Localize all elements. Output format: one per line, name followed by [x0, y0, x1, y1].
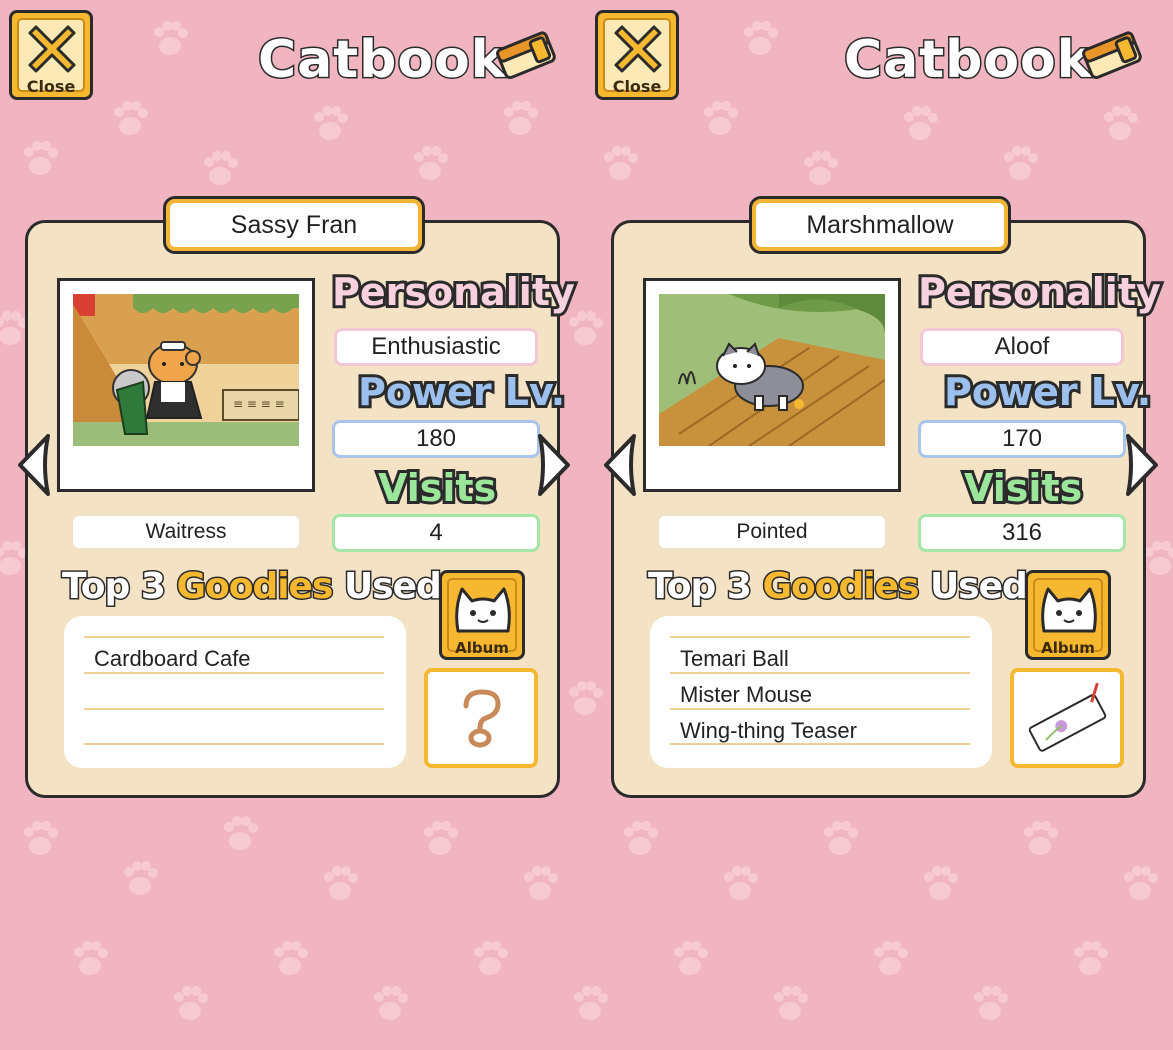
visits-label: Visits [375, 463, 499, 513]
catbook-title: Catbook [256, 29, 507, 92]
cat-name-plate: Sassy Fran [163, 196, 425, 254]
close-x-icon [28, 25, 76, 73]
power-level-value: 170 [918, 420, 1126, 458]
personality-value: Aloof [920, 328, 1124, 366]
close-button[interactable]: Close [9, 10, 93, 100]
goodie-item: Mister Mouse [680, 682, 813, 707]
bookmark-memento-icon [1028, 682, 1107, 752]
goodie-item: Cardboard Cafe [94, 646, 251, 671]
catbook-book-icon [1082, 31, 1142, 80]
previous-cat-arrow[interactable] [600, 432, 638, 498]
visits-label: Visits [961, 463, 1085, 513]
close-label: Close [26, 77, 76, 96]
top-goodies-list: Temari Ball Mister Mouse Wing-thing Teas… [650, 616, 992, 768]
album-button[interactable]: Album [1025, 570, 1111, 660]
cat-photo-frame [643, 278, 901, 492]
power-level-label: Power Lv. [941, 367, 1154, 417]
top-goodies-title: Top 3 Goodies Used [646, 565, 1029, 609]
svg-text:≡ ≡ ≡ ≡: ≡ ≡ ≡ ≡ [233, 397, 285, 411]
coat-type-value: Pointed [657, 514, 887, 550]
memento-slot[interactable] [424, 668, 538, 768]
visits-value: 316 [918, 514, 1126, 552]
question-mark-icon [463, 689, 501, 748]
personality-value: Enthusiastic [334, 328, 538, 366]
cat-photo-frame: ≡ ≡ ≡ ≡ [57, 278, 315, 492]
power-level-value: 180 [332, 420, 540, 458]
cat-face-icon [455, 587, 511, 633]
album-label: Album [1041, 639, 1095, 657]
album-button[interactable]: Album [439, 570, 525, 660]
close-label: Close [612, 77, 662, 96]
cat-face-icon [1041, 587, 1097, 633]
goodie-item: Temari Ball [680, 646, 789, 671]
top-goodies-title: Top 3 Goodies Used [60, 565, 443, 609]
top-goodies-list: Cardboard Cafe [64, 616, 406, 768]
personality-label: Personality [915, 267, 1164, 317]
goodie-item: Wing-thing Teaser [680, 718, 857, 743]
previous-cat-arrow[interactable] [14, 432, 52, 498]
visits-value: 4 [332, 514, 540, 552]
power-level-label: Power Lv. [355, 367, 568, 417]
next-cat-arrow[interactable] [1124, 432, 1162, 498]
close-x-icon [614, 25, 662, 73]
white-cat-on-mat-photo [659, 294, 885, 446]
close-button[interactable]: Close [595, 10, 679, 100]
coat-type-value: Waitress [71, 514, 301, 550]
album-label: Album [455, 639, 509, 657]
memento-slot[interactable] [1010, 668, 1124, 768]
catbook-title: Catbook [842, 29, 1093, 92]
catbook-book-icon [496, 31, 556, 80]
cat-name-plate: Marshmallow [749, 196, 1011, 254]
maid-cat-photo: ≡ ≡ ≡ ≡ [73, 294, 299, 446]
personality-label: Personality [329, 267, 578, 317]
next-cat-arrow[interactable] [536, 432, 574, 498]
